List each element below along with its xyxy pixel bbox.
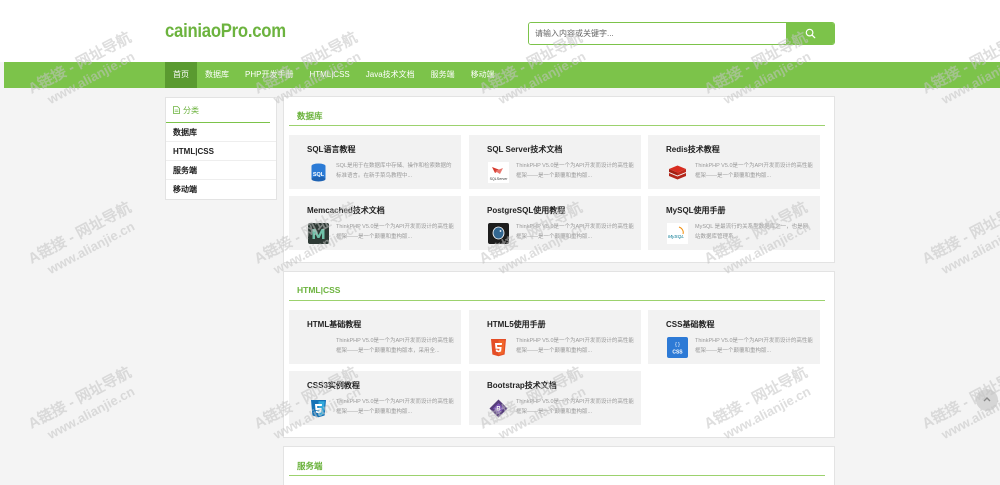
svg-text:B: B: [496, 407, 501, 413]
category-sidebar: 分类 数据库 HTML|CSS 服务端 移动端: [165, 97, 277, 200]
document-icon: [173, 106, 180, 114]
card-css3-examples[interactable]: CSS3实例教程 ThinkPHP V5.0是一个为API开发而设计的高性能框架…: [289, 371, 461, 425]
sidebar-heading-label: 分类: [183, 105, 199, 115]
search-button[interactable]: [786, 23, 834, 44]
svg-text:{ }: { }: [675, 342, 680, 348]
card-mysql-manual[interactable]: MySQL使用手册 MySQL MySQL 是最流行的关系型数据库之一，也是网站…: [648, 196, 820, 250]
site-header: cainiaoPro.com: [0, 0, 1000, 62]
section-database: 数据库 SQL语言教程 SQL SQL是用于在数据库中存储、操作和检索数据的标准…: [283, 96, 835, 263]
nav-item-database[interactable]: 数据库: [197, 62, 237, 88]
card-title: Memcached技术文档: [307, 206, 385, 215]
card-title: SQL语言教程: [307, 145, 356, 154]
watermark: A链接 - 网址导航 www.alianjie.cn: [25, 199, 138, 278]
sidebar-item-html-css[interactable]: HTML|CSS: [166, 142, 276, 161]
section-divider: [289, 125, 825, 126]
svg-text:SQL: SQL: [313, 172, 325, 178]
sidebar-item-database[interactable]: 数据库: [166, 123, 276, 142]
watermark: A链接 - 网址导航 www.alianjie.cn: [919, 199, 1000, 278]
redis-icon: [669, 165, 686, 180]
card-html-basics[interactable]: HTML基础教程 ThinkPHP V5.0是一个为API开发而设计的高性能框架…: [289, 310, 461, 364]
mysql-icon-label: MySQL: [668, 234, 684, 240]
css-icon: { } CSS: [667, 337, 688, 358]
card-description: ThinkPHP V5.0是一个为API开发而设计的高性能框架——是一个颠覆和重…: [336, 224, 454, 240]
sidebar-heading: 分类: [166, 98, 270, 123]
section-title: HTML|CSS: [297, 285, 341, 295]
back-to-top-button[interactable]: [976, 389, 998, 411]
css3-icon: [311, 400, 326, 418]
sidebar-item-mobile[interactable]: 移动端: [166, 180, 276, 199]
card-title: SQL Server技术文档: [487, 145, 563, 154]
nav-item-mobile[interactable]: 移动端: [463, 62, 503, 88]
card-description: ThinkPHP V5.0是一个为API开发而设计的高性能框架——是一个颠覆和重…: [516, 399, 634, 415]
blank-icon: [308, 337, 329, 358]
section-divider: [289, 475, 825, 476]
card-title: CSS基础教程: [666, 320, 715, 329]
nav-item-server[interactable]: 服务端: [423, 62, 463, 88]
section-server: 服务端: [283, 446, 835, 485]
css-icon-label: CSS: [672, 350, 683, 356]
card-description: ThinkPHP V5.0是一个为API开发而设计的高性能框架——是一个颠覆和重…: [516, 163, 634, 179]
nav-item-java-docs[interactable]: Java技术文档: [358, 62, 423, 88]
postgresql-icon: [488, 223, 509, 244]
card-bootstrap-docs[interactable]: Bootstrap技术文档 B ThinkPHP V5.0是一个为API开发而设…: [469, 371, 641, 425]
nav-item-home[interactable]: 首页: [165, 62, 197, 88]
html5-icon: [491, 339, 506, 357]
card-sql-tutorial[interactable]: SQL语言教程 SQL SQL是用于在数据库中存储、操作和检索数据的标准语言。在…: [289, 135, 461, 189]
card-description: ThinkPHP V5.0是一个为API开发而设计的高性能框架——是一个颠覆和重…: [336, 338, 454, 354]
card-postgresql-tutorial[interactable]: PostgreSQL使用教程 ThinkPHP V5.0是一个为API开发而设计…: [469, 196, 641, 250]
card-description: ThinkPHP V5.0是一个为API开发而设计的高性能框架——是一个颠覆和重…: [336, 399, 454, 415]
sql-server-icon-label: SQLServer: [490, 177, 509, 181]
section-title: 数据库: [297, 111, 323, 121]
card-redis-tutorial[interactable]: Redis技术教程 ThinkPHP V5.0是一个为API开发而设计的高性能框…: [648, 135, 820, 189]
card-title: PostgreSQL使用教程: [487, 206, 566, 215]
site-logo[interactable]: cainiaoPro.com: [165, 21, 286, 43]
card-title: HTML基础教程: [307, 320, 362, 329]
nav-item-html-css[interactable]: HTML|CSS: [301, 62, 357, 88]
card-description: SQL是用于在数据库中存储、操作和检索数据的标准语言。在新手菜鸟教程中...: [336, 163, 452, 179]
arrow-up-icon: [983, 397, 991, 402]
nav-item-php-manual[interactable]: PHP开发手册: [237, 62, 301, 88]
watermark: A链接 - 网址导航 www.alianjie.cn: [25, 364, 138, 443]
card-sql-server-docs[interactable]: SQL Server技术文档 SQLServer ThinkPHP V5.0是一…: [469, 135, 641, 189]
card-html5-manual[interactable]: HTML5使用手册 ThinkPHP V5.0是一个为API开发而设计的高性能框…: [469, 310, 641, 364]
section-divider: [289, 300, 825, 301]
section-title: 服务端: [297, 461, 323, 471]
card-title: Bootstrap技术文档: [487, 381, 557, 390]
sql-server-icon: SQLServer: [488, 162, 509, 183]
sql-icon: SQL: [311, 163, 326, 182]
card-css-basics[interactable]: CSS基础教程 { } CSS ThinkPHP V5.0是一个为API开发而设…: [648, 310, 820, 364]
card-memcached-docs[interactable]: Memcached技术文档 ThinkPHP V5.0是一个为API开发而设计的…: [289, 196, 461, 250]
search-box: [528, 22, 835, 45]
memcached-icon: [308, 223, 329, 244]
search-icon: [805, 28, 815, 39]
bootstrap-icon: B: [489, 399, 508, 418]
mysql-icon: MySQL: [667, 223, 688, 244]
card-title: Redis技术教程: [666, 145, 720, 154]
search-input[interactable]: [529, 23, 787, 44]
card-title: MySQL使用手册: [666, 206, 726, 215]
card-description: ThinkPHP V5.0是一个为API开发而设计的高性能框架——是一个颠覆和重…: [695, 338, 813, 354]
main-nav: 首页 数据库 PHP开发手册 HTML|CSS Java技术文档 服务端 移动端: [4, 62, 1000, 88]
card-title: CSS3实例教程: [307, 381, 360, 390]
card-description: ThinkPHP V5.0是一个为API开发而设计的高性能框架——是一个颠覆和重…: [516, 338, 634, 354]
section-html-css: HTML|CSS HTML基础教程 ThinkPHP V5.0是一个为API开发…: [283, 271, 835, 438]
card-description: ThinkPHP V5.0是一个为API开发而设计的高性能框架——是一个颠覆和重…: [516, 224, 634, 240]
card-description: ThinkPHP V5.0是一个为API开发而设计的高性能框架——是一个颠覆和重…: [695, 163, 813, 179]
card-description: MySQL 是最流行的关系型数据库之一，也是网站数据库管理系...: [695, 224, 809, 240]
card-title: HTML5使用手册: [487, 320, 546, 329]
sidebar-item-server[interactable]: 服务端: [166, 161, 276, 180]
